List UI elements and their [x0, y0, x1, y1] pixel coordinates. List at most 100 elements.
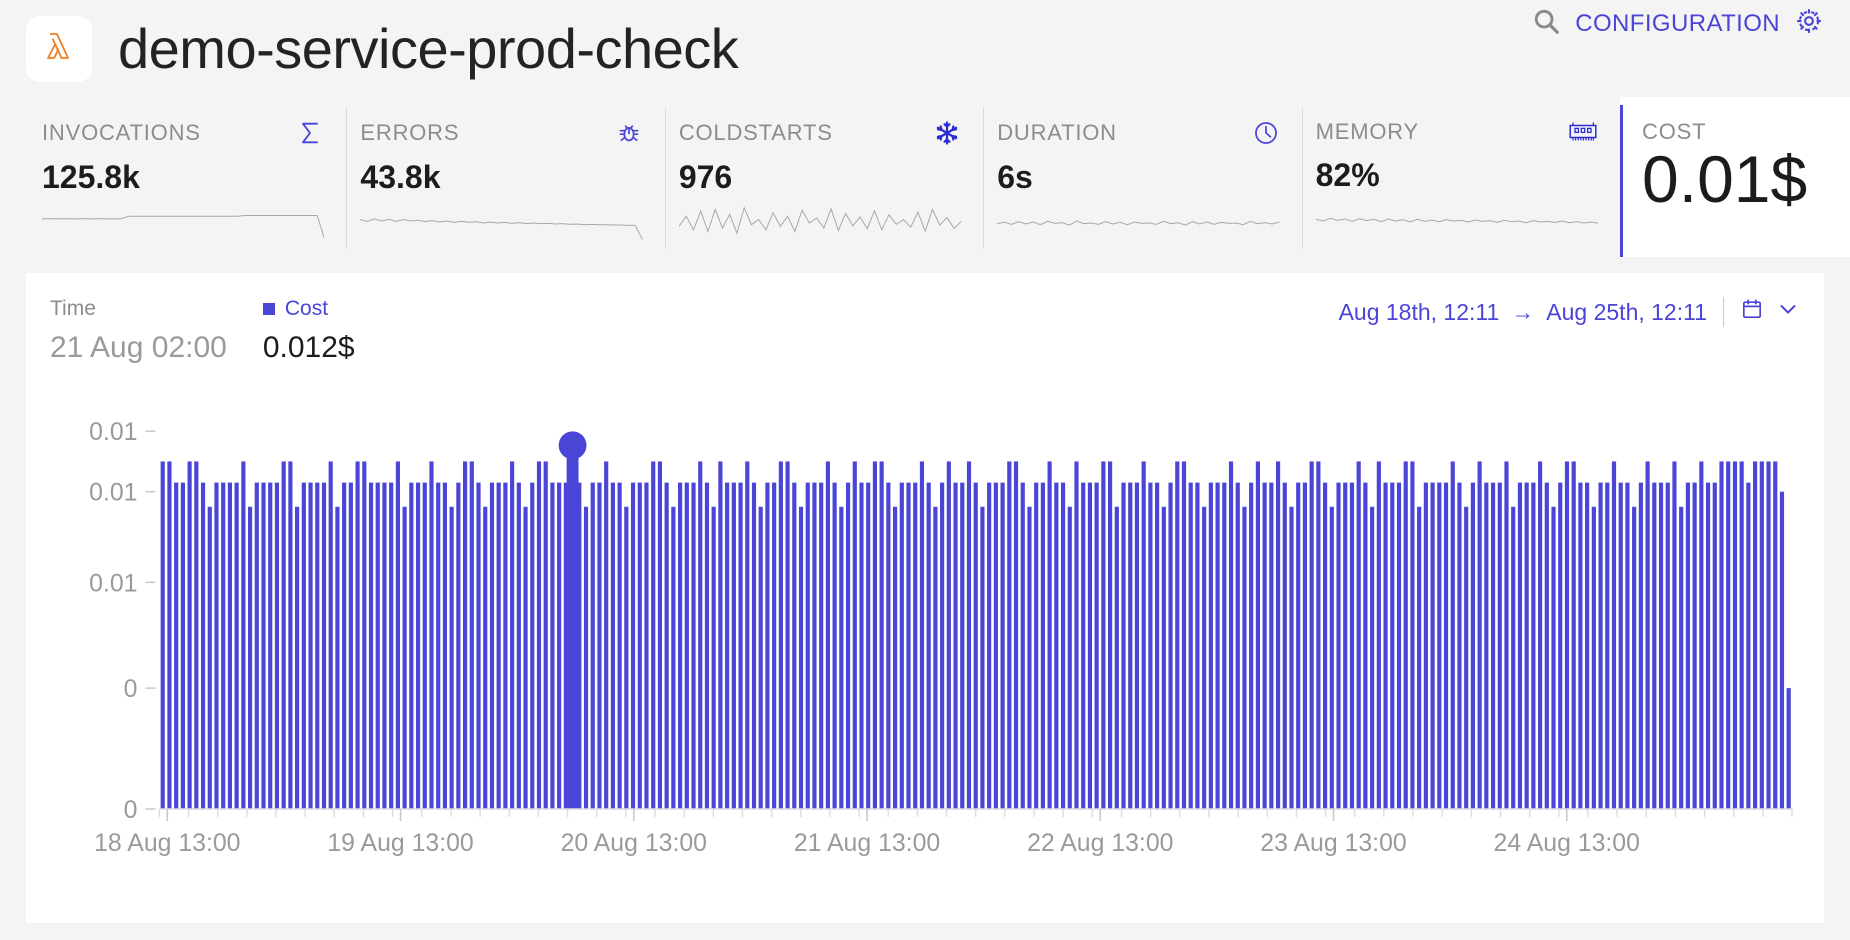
- metric-card-cost[interactable]: COST 0.01$: [1620, 97, 1850, 257]
- bar[interactable]: [1000, 482, 1005, 809]
- bar[interactable]: [207, 506, 212, 809]
- bar[interactable]: [1497, 482, 1502, 809]
- metric-card-coldstarts[interactable]: COLDSTARTS 976: [664, 97, 984, 257]
- bar[interactable]: [778, 461, 783, 809]
- bar[interactable]: [718, 461, 723, 809]
- bar[interactable]: [355, 461, 360, 809]
- bar[interactable]: [1054, 482, 1059, 809]
- bar[interactable]: [1484, 482, 1489, 809]
- bar[interactable]: [1464, 506, 1469, 809]
- bar[interactable]: [691, 482, 696, 809]
- bar[interactable]: [1591, 506, 1596, 809]
- bar[interactable]: [1746, 482, 1751, 809]
- bar[interactable]: [785, 461, 790, 809]
- bar[interactable]: [610, 482, 615, 809]
- bar[interactable]: [1249, 482, 1254, 809]
- bar[interactable]: [1665, 482, 1670, 809]
- bar[interactable]: [1390, 482, 1395, 809]
- bar[interactable]: [174, 482, 179, 809]
- bar[interactable]: [738, 482, 743, 809]
- bar[interactable]: [805, 482, 810, 809]
- bar[interactable]: [1531, 482, 1536, 809]
- bar[interactable]: [241, 461, 246, 809]
- bar[interactable]: [1161, 506, 1166, 809]
- bar[interactable]: [1732, 461, 1738, 809]
- bar[interactable]: [1571, 461, 1576, 809]
- bar[interactable]: [1578, 482, 1583, 809]
- bar[interactable]: [315, 482, 320, 809]
- bar[interactable]: [389, 482, 394, 809]
- metric-card-duration[interactable]: DURATION 6s: [983, 97, 1302, 257]
- bar[interactable]: [1658, 482, 1664, 809]
- bar[interactable]: [1766, 461, 1771, 809]
- bar[interactable]: [227, 482, 233, 809]
- bar[interactable]: [664, 482, 669, 809]
- gear-icon[interactable]: [1794, 6, 1824, 41]
- bar[interactable]: [1228, 461, 1234, 809]
- bar[interactable]: [1282, 482, 1287, 809]
- bar[interactable]: [1074, 461, 1079, 809]
- bar[interactable]: [456, 482, 461, 809]
- bar[interactable]: [1638, 482, 1643, 809]
- bar[interactable]: [523, 506, 528, 809]
- bar[interactable]: [1275, 461, 1281, 809]
- bar[interactable]: [1316, 461, 1321, 809]
- bar[interactable]: [604, 461, 609, 809]
- bar[interactable]: [1450, 461, 1455, 809]
- bar[interactable]: [1242, 506, 1247, 809]
- bar[interactable]: [1121, 482, 1126, 809]
- bar[interactable]: [288, 461, 293, 809]
- bar[interactable]: [1685, 482, 1690, 809]
- bar[interactable]: [180, 482, 185, 809]
- bar[interactable]: [745, 461, 750, 809]
- bar[interactable]: [1477, 461, 1482, 809]
- bar[interactable]: [1470, 482, 1475, 809]
- bar[interactable]: [644, 482, 649, 809]
- bar[interactable]: [906, 482, 911, 809]
- bar[interactable]: [765, 482, 770, 809]
- bar[interactable]: [1712, 482, 1717, 809]
- bar[interactable]: [1067, 506, 1072, 809]
- bar[interactable]: [872, 461, 878, 809]
- bar[interactable]: [281, 461, 286, 809]
- bar[interactable]: [973, 482, 978, 809]
- bar[interactable]: [328, 461, 333, 809]
- bar[interactable]: [1652, 482, 1657, 809]
- bar[interactable]: [301, 482, 306, 809]
- bar[interactable]: [1611, 461, 1617, 809]
- bar[interactable]: [308, 482, 313, 809]
- bar[interactable]: [463, 461, 468, 809]
- bar[interactable]: [234, 482, 239, 809]
- bar[interactable]: [1040, 482, 1045, 809]
- bar[interactable]: [449, 506, 454, 809]
- bar[interactable]: [442, 482, 448, 809]
- bar[interactable]: [254, 482, 259, 809]
- bar[interactable]: [987, 482, 992, 809]
- bar[interactable]: [879, 461, 884, 809]
- bar[interactable]: [557, 482, 562, 809]
- bar[interactable]: [402, 506, 407, 809]
- bar[interactable]: [1060, 482, 1066, 809]
- bar[interactable]: [1490, 482, 1496, 809]
- bar[interactable]: [1101, 461, 1106, 809]
- bar[interactable]: [1672, 461, 1677, 809]
- hover-point-marker[interactable]: [558, 431, 587, 460]
- bar[interactable]: [1585, 482, 1590, 809]
- bar[interactable]: [1403, 461, 1408, 809]
- bar[interactable]: [483, 506, 488, 809]
- bar[interactable]: [980, 506, 985, 809]
- bar[interactable]: [214, 482, 219, 809]
- bar[interactable]: [1538, 461, 1543, 809]
- bar[interactable]: [1188, 482, 1193, 809]
- bar[interactable]: [1779, 491, 1785, 809]
- bar[interactable]: [698, 461, 703, 809]
- bar[interactable]: [1524, 482, 1529, 809]
- bar[interactable]: [1302, 482, 1308, 809]
- bar[interactable]: [1739, 461, 1744, 809]
- bar[interactable]: [711, 506, 716, 809]
- bar[interactable]: [409, 482, 414, 809]
- bar[interactable]: [395, 461, 400, 809]
- bar[interactable]: [1417, 506, 1422, 809]
- bar[interactable]: [1208, 482, 1213, 809]
- bar[interactable]: [1410, 461, 1415, 809]
